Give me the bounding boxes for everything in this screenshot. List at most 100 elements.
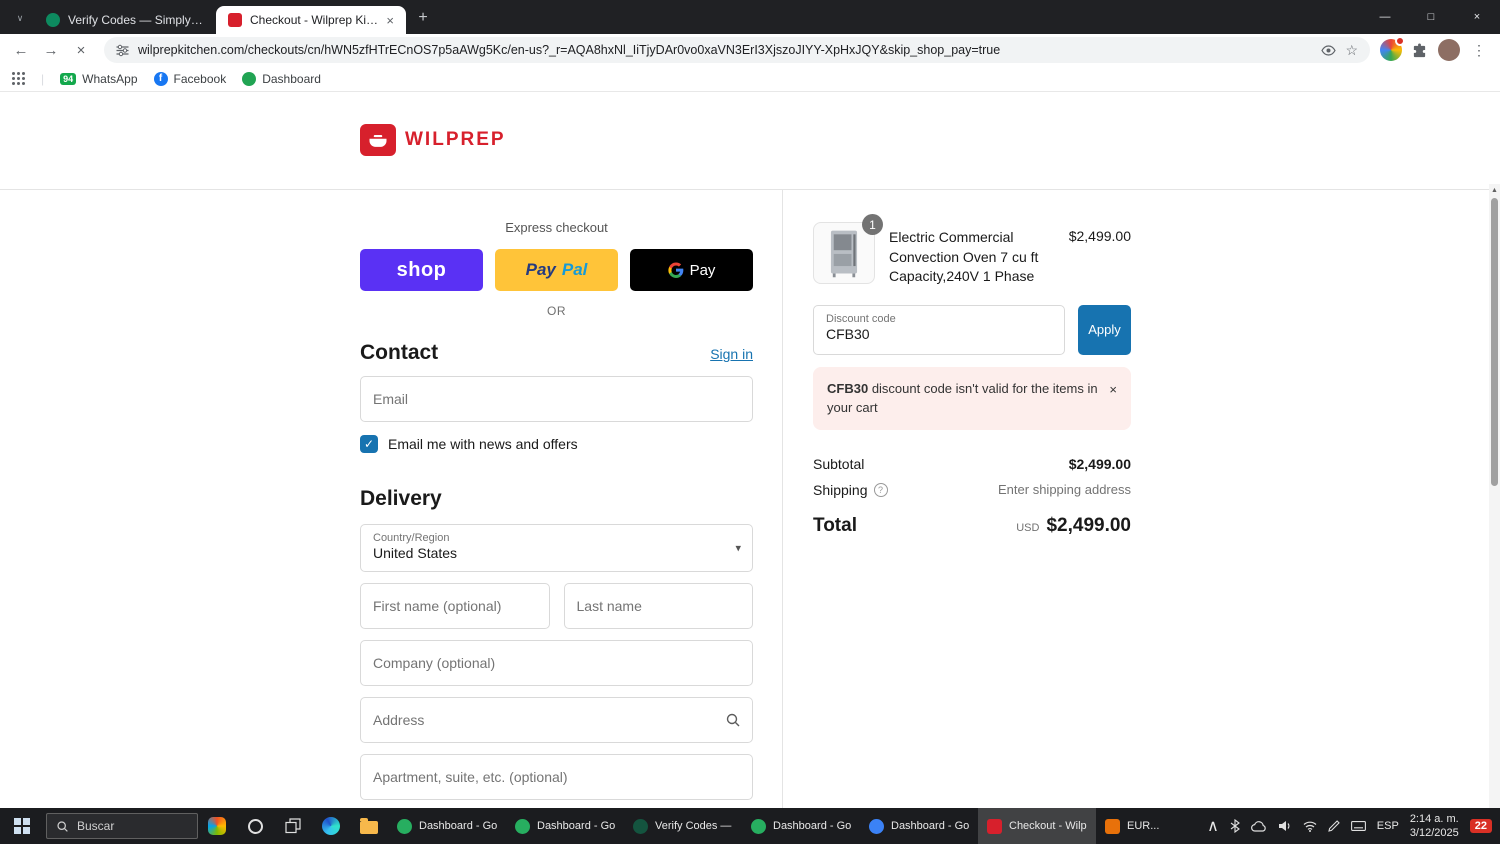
maximize-button[interactable]: □ [1408, 0, 1454, 34]
password-eye-icon[interactable] [1321, 44, 1337, 56]
back-button[interactable]: ← [8, 37, 34, 63]
tray-bluetooth-icon[interactable] [1230, 819, 1240, 833]
notification-count-badge[interactable]: 22 [1469, 819, 1492, 833]
last-name-input[interactable] [563, 583, 753, 629]
bookmark-star-icon[interactable]: ☆ [1345, 42, 1358, 59]
quantity-badge: 1 [862, 214, 883, 235]
task-view-icon [285, 818, 301, 834]
edge-button[interactable] [312, 808, 350, 844]
minimize-button[interactable]: — [1362, 0, 1408, 34]
language-indicator[interactable]: ESP [1377, 820, 1399, 832]
shop-pay-button[interactable]: shop [360, 249, 483, 291]
google-pay-button[interactable]: Pay [630, 249, 753, 291]
taskbar-app-checkout[interactable]: Checkout - Wilpr... [978, 808, 1096, 844]
browser-profile-avatar[interactable] [1438, 39, 1460, 61]
bookmark-facebook[interactable]: f Facebook [153, 71, 227, 86]
subtotal-label: Subtotal [813, 455, 865, 472]
close-tab-icon[interactable]: × [386, 13, 394, 28]
tray-pen-icon[interactable] [1328, 820, 1340, 832]
newsletter-checkbox[interactable]: ✓ [360, 435, 378, 453]
sign-in-link[interactable]: Sign in [710, 346, 753, 362]
app-favicon [987, 818, 1002, 834]
app-favicon [751, 818, 766, 834]
close-window-button[interactable]: × [1454, 0, 1500, 34]
taskbar-app-dashboard-1[interactable]: Dashboard - Goo... [388, 808, 506, 844]
express-checkout-buttons: shop Pay Pal Pay [360, 249, 753, 291]
country-select[interactable]: Country/Region United States ▾ [360, 524, 753, 572]
notification-dot [1395, 36, 1405, 46]
browser-menu-icon[interactable]: ⋮ [1466, 37, 1492, 63]
google-g-icon [667, 262, 683, 278]
apply-discount-button[interactable]: Apply [1078, 304, 1131, 355]
tab-checkout[interactable]: Checkout - Wilprep Kitchen × [216, 6, 406, 34]
wilprep-logo-icon [360, 124, 396, 156]
profile-notification-avatar[interactable] [1380, 36, 1405, 61]
product-price: $2,499.00 [1068, 228, 1131, 244]
newsletter-checkbox-row[interactable]: ✓ Email me with news and offers [360, 435, 753, 453]
new-tab-button[interactable]: + [410, 5, 436, 31]
taskbar-app-verify-codes[interactable]: Verify Codes — S... [624, 808, 742, 844]
taskbar-app-dashboard-4[interactable]: Dashboard - Goo... [860, 808, 978, 844]
tray-chevron-icon[interactable]: ∧ [1207, 816, 1219, 836]
start-button[interactable] [0, 808, 44, 844]
forward-button[interactable]: → [38, 37, 64, 63]
first-name-input[interactable] [360, 583, 550, 629]
taskbar-app-dashboard-2[interactable]: Dashboard - Goo... [506, 808, 624, 844]
file-explorer-button[interactable] [350, 808, 388, 844]
address-field-wrap [360, 697, 753, 743]
chevron-down-icon: ▾ [735, 542, 741, 555]
contact-section-header: Contact Sign in [360, 341, 753, 365]
bookmarks-separator: | [41, 71, 45, 86]
dismiss-error-icon[interactable]: × [1109, 380, 1117, 418]
store-name: WILPREP [405, 129, 506, 150]
company-input[interactable] [360, 640, 753, 686]
apps-grid-icon[interactable] [12, 72, 25, 85]
apartment-input[interactable] [360, 754, 753, 800]
taskbar-app-dashboard-3[interactable]: Dashboard - Goo... [742, 808, 860, 844]
tray-keyboard-icon[interactable] [1350, 821, 1366, 831]
page-scrollbar[interactable]: ▲ ▼ [1489, 184, 1500, 808]
cortana-button[interactable] [236, 808, 274, 844]
task-view-button[interactable] [274, 808, 312, 844]
taskbar-app-eur[interactable]: EUR... [1096, 808, 1170, 844]
windows-taskbar: Buscar Dashboard - Goo... Dashboard - Go… [0, 808, 1500, 844]
address-input[interactable] [360, 697, 753, 743]
tray-onedrive-icon[interactable] [1250, 820, 1267, 832]
tab-title: Verify Codes — SimplyCodes [68, 13, 204, 27]
site-info-icon[interactable] [116, 44, 129, 57]
taskbar-clock[interactable]: 2:14 a. m. 3/12/2025 [1410, 812, 1459, 841]
or-divider: OR [547, 304, 566, 318]
bookmark-label: Facebook [173, 71, 227, 86]
scroll-up-icon[interactable]: ▲ [1491, 184, 1498, 197]
bookmark-whatsapp[interactable]: 94 WhatsApp [60, 72, 138, 86]
simplycodes-favicon [46, 13, 60, 27]
tab-verify-codes[interactable]: Verify Codes — SimplyCodes [34, 6, 216, 34]
edge-icon [322, 817, 340, 835]
oven-image [830, 230, 858, 278]
paypal-button[interactable]: Pay Pal [495, 249, 618, 291]
discount-code-field[interactable]: Discount code [813, 304, 1065, 355]
store-logo[interactable]: WILPREP [360, 124, 506, 156]
copilot-button[interactable] [198, 808, 236, 844]
email-input[interactable] [360, 376, 753, 422]
tray-volume-icon[interactable] [1278, 820, 1292, 832]
totals-section: Subtotal $2,499.00 Shipping ? Enter ship… [813, 456, 1131, 537]
paypal-logo: Pay [525, 260, 556, 279]
extensions-icon[interactable] [1406, 37, 1432, 63]
tab-search-icon[interactable]: ∨ [8, 6, 32, 30]
subtotal-row: Subtotal $2,499.00 [813, 456, 1131, 472]
facebook-icon: f [153, 71, 168, 86]
store-header: WILPREP [0, 92, 1500, 190]
order-summary-column: 1 Electric Commercial Convection Oven 7 … [782, 190, 1489, 808]
window-controls: — □ × [1362, 0, 1500, 34]
country-label: Country/Region [373, 532, 450, 544]
search-placeholder: Buscar [77, 819, 115, 833]
shipping-info-icon[interactable]: ? [873, 482, 888, 497]
taskbar-search-box[interactable]: Buscar [46, 813, 198, 839]
address-bar[interactable]: wilprepkitchen.com/checkouts/cn/hWN5zfHT… [104, 37, 1370, 63]
scrollbar-thumb[interactable] [1491, 198, 1498, 486]
stop-loading-button[interactable]: × [68, 37, 94, 63]
discount-code-input[interactable] [826, 325, 1052, 342]
tray-network-icon[interactable] [1303, 821, 1317, 832]
bookmark-dashboard[interactable]: Dashboard [242, 71, 321, 86]
